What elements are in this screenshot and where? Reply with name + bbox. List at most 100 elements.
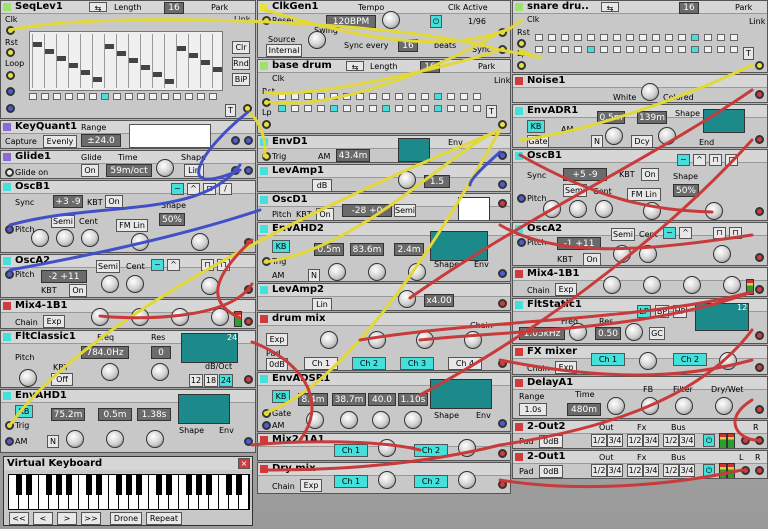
- step-cell[interactable]: [77, 93, 85, 100]
- step-cell[interactable]: [639, 34, 647, 41]
- swing-knob[interactable]: [308, 31, 326, 49]
- wave-sine-icon[interactable]: ~: [171, 183, 184, 195]
- delay-module[interactable]: DelayA1 Range 1.0s Time 480m FB Filter D…: [512, 376, 768, 419]
- mix-out-jack[interactable]: [755, 363, 764, 372]
- step-slider[interactable]: [212, 34, 222, 88]
- level2-knob[interactable]: [458, 439, 476, 457]
- step-cell[interactable]: [41, 93, 49, 100]
- step-cell[interactable]: [535, 46, 543, 53]
- exp-toggle[interactable]: Exp: [266, 333, 288, 346]
- step-cell[interactable]: [304, 93, 312, 100]
- step-cell[interactable]: [678, 46, 686, 53]
- step-cell[interactable]: [639, 46, 647, 53]
- step-cell[interactable]: [29, 93, 37, 100]
- black-key[interactable]: [66, 475, 72, 495]
- kbt-toggle[interactable]: On: [105, 195, 123, 208]
- level1-knob[interactable]: [91, 308, 109, 326]
- fltstatic-module[interactable]: FltStatic1 Freq 1.05kHz Res 0.50 LP BP H…: [512, 298, 768, 344]
- fltclassic-module[interactable]: FltClassic1 Freq 784.0Hz Res 0 24 Pitch …: [0, 330, 256, 388]
- octave-down-button[interactable]: <: [33, 512, 53, 525]
- power-icon[interactable]: ⏻: [703, 464, 715, 477]
- freq-knob[interactable]: [569, 323, 587, 341]
- attack-knob[interactable]: [66, 430, 84, 448]
- black-key[interactable]: [96, 475, 102, 495]
- kbt-toggle[interactable]: On: [641, 168, 659, 181]
- am-in-jack[interactable]: [262, 421, 271, 430]
- decay-display[interactable]: 38.7m: [332, 393, 366, 406]
- semi-button[interactable]: Semi: [96, 260, 120, 273]
- oscd-module[interactable]: OscD1 Pitch KBT On -28 +0 Semi: [257, 193, 511, 221]
- gate-in-jack[interactable]: [262, 409, 271, 418]
- decay-knob[interactable]: [658, 127, 676, 145]
- glide-module[interactable]: Glide1 Glide on Glide On Time 59m/oct Sh…: [0, 150, 256, 179]
- wave-sine-icon[interactable]: ~: [677, 154, 690, 166]
- glide-out-jack[interactable]: [244, 166, 253, 175]
- clk-input-jack[interactable]: [6, 26, 15, 35]
- step-cell[interactable]: [626, 46, 634, 53]
- octave-up-button[interactable]: >: [57, 512, 77, 525]
- level2-knob[interactable]: [719, 352, 737, 370]
- trig-out-jack[interactable]: [243, 104, 252, 113]
- trig-out-jack[interactable]: [498, 120, 507, 129]
- shape-knob[interactable]: [191, 233, 209, 251]
- pitch-in-jack[interactable]: [517, 238, 526, 247]
- kb-toggle[interactable]: KB: [15, 405, 33, 418]
- step-cell[interactable]: [317, 105, 325, 112]
- step-cell[interactable]: [173, 93, 181, 100]
- wave-tri-icon[interactable]: ^: [693, 154, 706, 166]
- fb-knob[interactable]: [641, 397, 659, 415]
- step-slider-thumb[interactable]: [129, 58, 138, 63]
- step-triggers[interactable]: [535, 46, 742, 53]
- attack-display[interactable]: 0.5m: [314, 243, 344, 256]
- cent-knob[interactable]: [126, 275, 144, 293]
- time-display[interactable]: 59m/oct: [106, 164, 152, 177]
- step-slider[interactable]: [200, 34, 210, 88]
- glide-toggle[interactable]: On: [81, 164, 99, 177]
- black-key[interactable]: [86, 475, 92, 495]
- step-slider-thumb[interactable]: [201, 60, 210, 65]
- fm-knob[interactable]: [643, 202, 661, 220]
- out-3-4-button[interactable]: 3/4: [607, 464, 623, 477]
- level1-knob[interactable]: [378, 439, 396, 457]
- step-cell[interactable]: [304, 105, 312, 112]
- decay-knob[interactable]: [340, 411, 358, 429]
- pitch-knob[interactable]: [19, 369, 37, 387]
- step-slider-thumb[interactable]: [105, 44, 114, 49]
- step-slider[interactable]: [140, 34, 150, 88]
- step-cell[interactable]: [652, 34, 660, 41]
- step-cell[interactable]: [382, 93, 390, 100]
- wave-saw-icon[interactable]: /: [219, 183, 232, 195]
- mix21a1-module[interactable]: Mix2-1A1 Ch 1 Ch 2: [257, 433, 511, 461]
- step-cell[interactable]: [278, 93, 286, 100]
- fx-3-4-button[interactable]: 3/4: [643, 464, 659, 477]
- step-slider-thumb[interactable]: [33, 42, 42, 47]
- drone-button[interactable]: Drone: [110, 512, 142, 525]
- out-1-2-button[interactable]: 1/2: [591, 434, 607, 447]
- level2-knob[interactable]: [643, 276, 661, 294]
- trig-button[interactable]: T: [743, 47, 754, 60]
- wave-square-icon[interactable]: ⊓: [203, 183, 216, 195]
- wave-tri-icon[interactable]: ^: [187, 183, 200, 195]
- piano-keys[interactable]: [8, 474, 250, 510]
- drum-mix-module[interactable]: drum mix Exp Pad 0dB Chain Ch 1 Ch 2 Ch …: [257, 312, 511, 371]
- shape-display[interactable]: 50%: [159, 213, 185, 226]
- cent-knob[interactable]: [639, 245, 657, 263]
- attack-display[interactable]: 8.4m: [298, 393, 328, 406]
- n-button[interactable]: N: [47, 435, 59, 448]
- lp-in-jack[interactable]: [262, 120, 271, 129]
- length-display[interactable]: 16: [420, 61, 440, 73]
- env-out-jack[interactable]: [244, 437, 253, 446]
- step-slider-thumb[interactable]: [153, 72, 162, 77]
- kb-toggle[interactable]: KB: [272, 240, 290, 253]
- n-button[interactable]: N: [591, 135, 603, 147]
- envahd1-module[interactable]: EnvAHD1 KB 75.2m 0.5m 1.38s Trig AM N Sh…: [0, 389, 256, 453]
- step-slider[interactable]: [152, 34, 162, 88]
- step-cell[interactable]: [185, 93, 193, 100]
- hold-display[interactable]: 0.5m: [98, 408, 132, 421]
- hold-knob[interactable]: [368, 263, 386, 281]
- out1-module[interactable]: 2-Out1 Pad 0dB Out Fx Bus 1/2 3/4 1/2 3/…: [512, 450, 768, 479]
- attack-knob[interactable]: [328, 263, 346, 281]
- mix-out-jack[interactable]: [755, 285, 764, 294]
- ch1-button[interactable]: Ch 1: [304, 357, 338, 370]
- l-in-jack[interactable]: [741, 466, 750, 475]
